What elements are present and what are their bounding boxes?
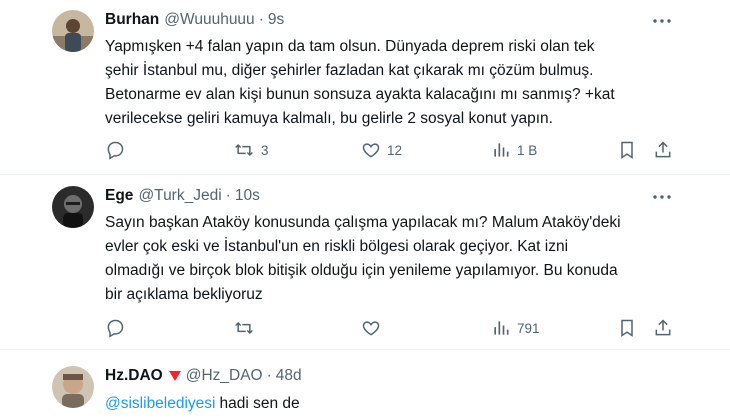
tweet-text-line: şehir İstanbul mu, diğer şehirler fazlad…: [105, 62, 594, 79]
views-icon: [494, 143, 509, 157]
tweet-text: @sislibelediyesi hadi sen de: [105, 392, 665, 416]
views-icon: [494, 321, 509, 335]
like-button[interactable]: [361, 316, 387, 340]
retweet-button[interactable]: [233, 316, 261, 340]
reply-icon: [107, 141, 124, 160]
tweet-text-line: olmadığı ve birçok blok bitişik olduğu i…: [105, 262, 618, 279]
bookmark-icon: [621, 319, 633, 337]
views-button[interactable]: 1 B: [491, 138, 537, 162]
display-name[interactable]: Hz.DAO: [105, 367, 163, 385]
avatar[interactable]: [52, 10, 94, 52]
action-bar: 791: [105, 316, 675, 340]
tweet-text-line: @sislibelediyesi hadi sen de: [105, 392, 665, 416]
more-options-button[interactable]: [652, 187, 672, 207]
tweet-3[interactable]: Hz.DAO @Hz_DAO · 48d @sislibelediyesi had…: [0, 350, 730, 420]
share-icon: [655, 319, 671, 336]
more-icon: [653, 19, 671, 23]
tweet-text-line: bir açıklama bekliyoruz: [105, 286, 263, 303]
bookmark-button[interactable]: [617, 138, 637, 162]
retweet-count: 3: [261, 142, 269, 158]
tweet-header: Ege @Turk_Jedi · 10s: [105, 186, 260, 206]
reply-icon: [107, 319, 124, 338]
retweet-button[interactable]: 3: [233, 138, 269, 162]
view-count: 1 B: [517, 142, 538, 158]
tweet-2[interactable]: Ege @Turk_Jedi · 10s Sayın başkan Ataköy…: [0, 175, 730, 350]
separator-dot: ·: [258, 11, 264, 28]
tweet-text: Yapmışken +4 falan yapın da tam olsun. D…: [105, 35, 665, 131]
share-icon: [655, 141, 671, 158]
tweet-text: Sayın başkan Ataköy konusunda çalışma ya…: [105, 211, 665, 307]
like-button[interactable]: 12: [361, 138, 402, 162]
reply-button[interactable]: [105, 316, 131, 340]
views-button[interactable]: 791: [491, 316, 540, 340]
separator-dot: ·: [225, 187, 231, 204]
more-icon: [653, 195, 671, 199]
reply-text: hadi sen de: [219, 395, 300, 412]
timestamp[interactable]: 48d: [276, 367, 302, 385]
tweet-header: Burhan @Wuuuhuuu · 9s: [105, 10, 284, 30]
triangle-badge-icon: [168, 371, 181, 381]
bookmark-icon: [621, 141, 633, 159]
more-options-button[interactable]: [652, 11, 672, 31]
display-name[interactable]: Burhan: [105, 11, 159, 29]
view-count: 791: [517, 320, 540, 336]
like-count: 12: [387, 142, 403, 158]
separator-dot: ·: [266, 367, 272, 384]
timestamp[interactable]: 9s: [268, 11, 284, 29]
user-handle[interactable]: @Wuuuhuuu: [164, 11, 254, 29]
timestamp[interactable]: 10s: [235, 187, 260, 205]
tweet-text-line: Yapmışken +4 falan yapın da tam olsun. D…: [105, 38, 595, 55]
user-handle[interactable]: @Turk_Jedi: [138, 187, 221, 205]
tweet-text-line: evler çok eski ve İstanbul'un en riskli …: [105, 238, 569, 255]
share-button[interactable]: [653, 138, 673, 162]
mention-link[interactable]: @sislibelediyesi: [105, 395, 216, 412]
retweet-icon: [235, 143, 253, 157]
tweet-text-line: Sayın başkan Ataköy konusunda çalışma ya…: [105, 214, 621, 231]
tweet-1[interactable]: Burhan @Wuuuhuuu · 9s Yapmışken +4 falan…: [0, 0, 730, 175]
tweet-header: Hz.DAO @Hz_DAO · 48d: [105, 366, 302, 386]
reply-button[interactable]: [105, 138, 131, 162]
retweet-icon: [235, 321, 253, 335]
display-name[interactable]: Ege: [105, 187, 133, 205]
action-bar: 3 12 1 B: [105, 138, 675, 162]
avatar[interactable]: [52, 366, 94, 408]
tweet-text-line: verilecekse geliri kamuya kalmalı, bu ge…: [105, 110, 553, 127]
user-handle[interactable]: @Hz_DAO: [186, 367, 263, 385]
share-button[interactable]: [653, 316, 673, 340]
tweet-text-line: Betonarme ev alan kişi bunun sonsuza aya…: [105, 86, 615, 103]
avatar[interactable]: [52, 186, 94, 228]
like-icon: [362, 321, 380, 336]
bookmark-button[interactable]: [617, 316, 637, 340]
like-icon: [362, 143, 380, 158]
